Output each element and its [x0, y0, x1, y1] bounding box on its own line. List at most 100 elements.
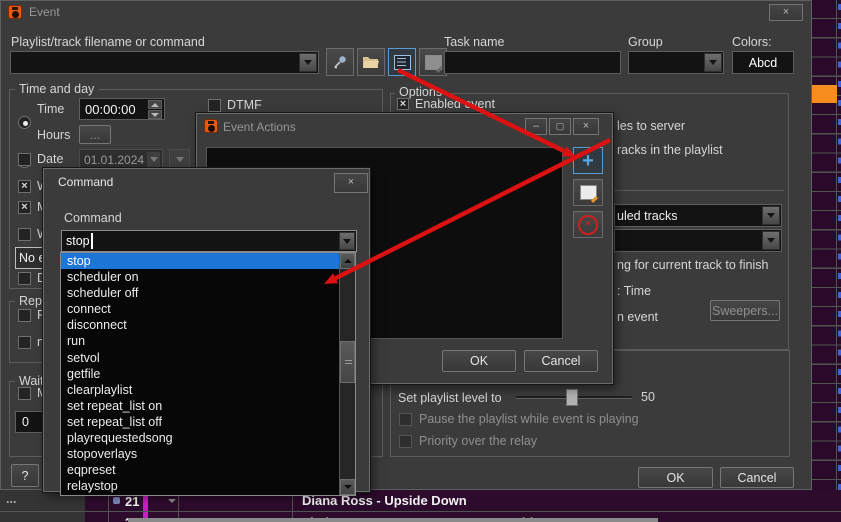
delete-action-button[interactable]: ×: [573, 211, 603, 238]
help-button[interactable]: ?: [11, 464, 39, 487]
weekdays-checkbox[interactable]: ×: [18, 180, 31, 193]
command-dropdown-list: stopscheduler onscheduler offconnectdisc…: [60, 252, 356, 496]
actions-ok-button[interactable]: OK: [442, 350, 516, 372]
command-option[interactable]: stop: [61, 253, 339, 269]
event-actions-app-icon: [204, 119, 218, 133]
scroll-thumb[interactable]: [340, 341, 355, 383]
d-checkbox[interactable]: [18, 272, 31, 285]
note-icon: [425, 55, 442, 70]
scroll-up-icon[interactable]: [340, 253, 355, 269]
event-app-icon: [8, 5, 22, 19]
opt-finish-fragment: ng for current track to finish: [617, 258, 768, 272]
event-cancel-button[interactable]: Cancel: [720, 467, 794, 488]
time-radio[interactable]: [18, 116, 31, 129]
sweepers-button[interactable]: Sweepers...: [710, 300, 780, 321]
opt-server-fragment: les to server: [617, 119, 685, 133]
spin-up-icon[interactable]: [148, 100, 162, 109]
track-number: 21: [125, 494, 139, 509]
level-value: 50: [641, 390, 655, 404]
pause-playlist-label: Pause the playlist while event is playin…: [419, 412, 639, 426]
chevron-down-icon[interactable]: [339, 232, 355, 250]
spin-down-icon[interactable]: [148, 110, 162, 119]
edit-note-button[interactable]: [419, 48, 447, 76]
dtmf-checkbox[interactable]: [208, 99, 221, 112]
enabled-event-checkbox[interactable]: ×: [397, 98, 409, 110]
command-option[interactable]: scheduler on: [61, 269, 339, 285]
edit-action-button[interactable]: [573, 179, 603, 206]
command-option[interactable]: run: [61, 333, 339, 349]
hours-edit-button[interactable]: ...: [79, 125, 111, 144]
command-combobox[interactable]: stop: [61, 230, 357, 252]
task-name-label: Task name: [444, 35, 504, 49]
pause-playlist-checkbox[interactable]: [399, 413, 412, 426]
background-playlist-column[interactable]: [812, 0, 841, 522]
opt-event-fragment: n event: [617, 310, 658, 324]
secondary-combobox[interactable]: [614, 229, 782, 252]
insert-mode-combobox[interactable]: uled tracks: [614, 204, 782, 227]
dropdown-scrollbar[interactable]: [339, 253, 355, 495]
list-icon: [394, 55, 411, 70]
command-option[interactable]: set repeat_list off: [61, 414, 339, 430]
group-combobox[interactable]: [628, 51, 724, 74]
command-option[interactable]: playrequestedsong: [61, 430, 339, 446]
microphone-button[interactable]: [326, 48, 354, 76]
command-option[interactable]: set repeat_list on: [61, 398, 339, 414]
date-combobox[interactable]: 01.01.2024: [79, 149, 163, 170]
chevron-down-icon[interactable]: [146, 151, 161, 168]
priority-relay-checkbox[interactable]: [399, 435, 412, 448]
level-slider-thumb[interactable]: [566, 389, 578, 406]
command-option[interactable]: clearplaylist: [61, 382, 339, 398]
event-dialog-title: Event: [29, 5, 60, 19]
event-ok-button[interactable]: OK: [638, 467, 713, 488]
time-input[interactable]: 00:00:00: [79, 98, 165, 120]
open-folder-button[interactable]: [357, 48, 385, 76]
chevron-down-icon[interactable]: [762, 206, 780, 225]
time-radio-label: Time: [37, 102, 64, 116]
time-day-group-label: Time and day: [15, 82, 98, 96]
command-dialog-title: Command: [58, 175, 113, 189]
no-more-checkbox[interactable]: [18, 336, 31, 349]
command-option[interactable]: scheduler off: [61, 285, 339, 301]
close-icon[interactable]: ×: [334, 173, 368, 193]
date-checkbox-label: Date: [37, 152, 63, 166]
add-action-button[interactable]: +: [573, 147, 603, 174]
date-extra-dropdown[interactable]: [169, 149, 190, 170]
track-state-icon: [113, 497, 120, 504]
command-option[interactable]: eqpreset: [61, 462, 339, 478]
command-label: Command: [64, 211, 122, 225]
command-option[interactable]: connect: [61, 301, 339, 317]
chevron-down-icon[interactable]: [762, 231, 780, 250]
playlist-command-combobox[interactable]: [10, 51, 319, 74]
text-caret: [91, 233, 93, 249]
command-option[interactable]: relaystop: [61, 478, 339, 494]
chevron-down-icon[interactable]: [299, 53, 317, 72]
repeat-checkbox[interactable]: [18, 309, 31, 322]
track-arrow-icon: [168, 499, 176, 503]
minimize-icon[interactable]: –: [525, 118, 547, 135]
command-option[interactable]: getfile: [61, 366, 339, 382]
command-option[interactable]: setvol: [61, 350, 339, 366]
colors-button[interactable]: Abcd: [732, 51, 794, 74]
insert-mode-fragment: uled tracks: [617, 209, 677, 223]
close-icon[interactable]: ×: [769, 4, 803, 21]
horizontal-scrollbar[interactable]: [128, 518, 658, 522]
playlist-highlight-row[interactable]: [812, 85, 837, 103]
chevron-down-icon[interactable]: [704, 53, 722, 72]
hours-radio-label: Hours: [37, 128, 70, 142]
maximize-icon[interactable]: ▢: [549, 118, 571, 135]
months-checkbox[interactable]: ×: [18, 201, 31, 214]
no-end-text-fragment: No e: [19, 251, 45, 265]
close-icon[interactable]: ×: [573, 118, 599, 135]
command-option[interactable]: stopoverlays: [61, 446, 339, 462]
weeks-checkbox[interactable]: [18, 228, 31, 241]
max-wait-checkbox[interactable]: [18, 387, 31, 400]
playlist-command-label: Playlist/track filename or command: [11, 35, 205, 49]
actions-list-button[interactable]: [388, 48, 416, 76]
date-checkbox[interactable]: [18, 153, 31, 166]
actions-cancel-button[interactable]: Cancel: [524, 350, 598, 372]
dtmf-label: DTMF: [227, 98, 262, 112]
time-value: 00:00:00: [85, 102, 136, 117]
task-name-input[interactable]: [444, 51, 621, 74]
command-option[interactable]: disconnect: [61, 317, 339, 333]
scroll-down-icon[interactable]: [340, 479, 355, 495]
